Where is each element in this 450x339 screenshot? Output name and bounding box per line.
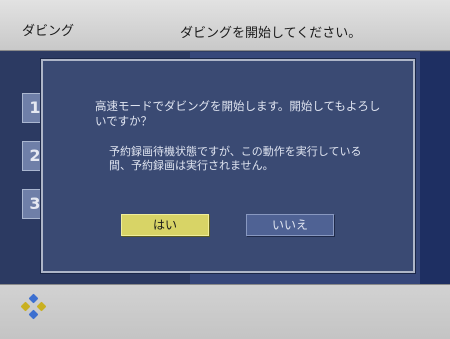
confirm-dialog: 高速モードでダビングを開始します。開始してもよろしいですか？ 予約録画待機状態で… (41, 59, 415, 273)
title-bar: ダビング ダビングを開始してください。 (0, 0, 450, 51)
no-button[interactable]: いいえ (246, 214, 334, 236)
instruction-text: ダビングを開始してください。 (180, 26, 362, 41)
dpad-icon (20, 293, 47, 320)
footer-bar (0, 284, 450, 339)
background-panel-edge (420, 52, 450, 284)
dialog-note: 予約録画待機状態ですが、この動作を実行している間、予約録画は実行されません。 (109, 145, 362, 172)
dialog-message: 高速モードでダビングを開始します。開始してもよろしいですか？ (95, 99, 381, 128)
mode-title: ダビング (22, 24, 75, 39)
yes-button[interactable]: はい (121, 214, 209, 236)
